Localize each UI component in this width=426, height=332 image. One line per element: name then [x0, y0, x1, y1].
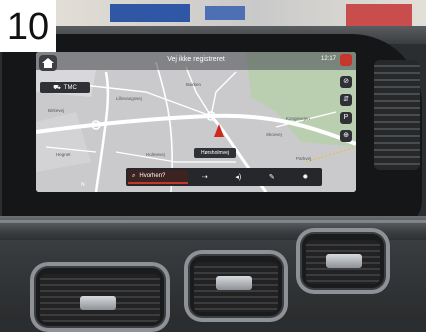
volume-icon[interactable]: ◂) — [222, 170, 256, 184]
home-button[interactable] — [39, 55, 57, 71]
compass-icon[interactable]: ⊘ — [340, 76, 352, 88]
vehicle-position-marker — [214, 124, 224, 137]
notification-badge[interactable] — [340, 54, 352, 66]
street-label: Skovvej — [266, 132, 282, 137]
search-text: Hvorhen? — [139, 173, 166, 179]
search-field[interactable]: ⌕ Hvorhen? — [128, 170, 188, 184]
wall-poster — [205, 6, 245, 20]
settings-icon[interactable]: ✹ — [289, 170, 323, 184]
traffic-icon: ⛟ — [53, 84, 61, 91]
air-vent-center-left — [184, 250, 288, 322]
vent-knob[interactable] — [216, 276, 252, 290]
street-label: Kongevejen — [286, 116, 310, 121]
street-label: Holmevej — [146, 152, 165, 157]
air-vent-left — [30, 262, 170, 332]
side-air-vent — [374, 60, 420, 170]
vent-knob[interactable] — [326, 254, 362, 268]
vent-knob[interactable] — [80, 296, 116, 310]
tmc-button[interactable]: ⛟ TMC — [40, 82, 90, 93]
navigation-screen: Vej ikke registreret 12:17 ⛟ TMC ⊘ ⇵ P ⊕… — [36, 52, 356, 192]
street-label: Birkevej — [48, 108, 65, 113]
status-title: Vej ikke registreret — [167, 56, 225, 63]
current-street: Hørsholmvej — [194, 148, 236, 158]
wall-poster — [346, 4, 412, 28]
street-label: Hegnet — [56, 152, 71, 157]
destination-icon[interactable]: ✎ — [255, 170, 289, 184]
street-label: Lillevangsvej — [116, 96, 142, 101]
tmc-label: TMC — [63, 84, 77, 91]
wall-poster — [110, 4, 190, 22]
image-number-tag: 10 — [0, 0, 56, 52]
parking-icon[interactable]: P — [340, 112, 352, 124]
magnifier-icon: ⌕ — [132, 172, 136, 179]
street-label: Bakken — [186, 82, 202, 87]
map-controls-rail: ⊘ ⇵ P ⊕ — [340, 76, 352, 142]
zoom-icon[interactable]: ⊕ — [340, 130, 352, 142]
image-number: 10 — [6, 6, 50, 48]
route-icon[interactable]: ⇢ — [188, 170, 222, 184]
clock: 12:17 — [320, 56, 336, 62]
street-label: Parkvej — [296, 156, 312, 161]
traffic-lights-icon[interactable]: ⇵ — [340, 94, 352, 106]
dashboard-trim-line — [0, 220, 426, 223]
air-vent-center-right — [296, 228, 390, 294]
north-indicator: N — [81, 182, 85, 188]
house-icon — [42, 58, 54, 68]
bottom-bar: ⌕ Hvorhen? ⇢ ◂) ✎ ✹ — [126, 168, 322, 186]
status-bar: Vej ikke registreret 12:17 — [36, 52, 356, 70]
